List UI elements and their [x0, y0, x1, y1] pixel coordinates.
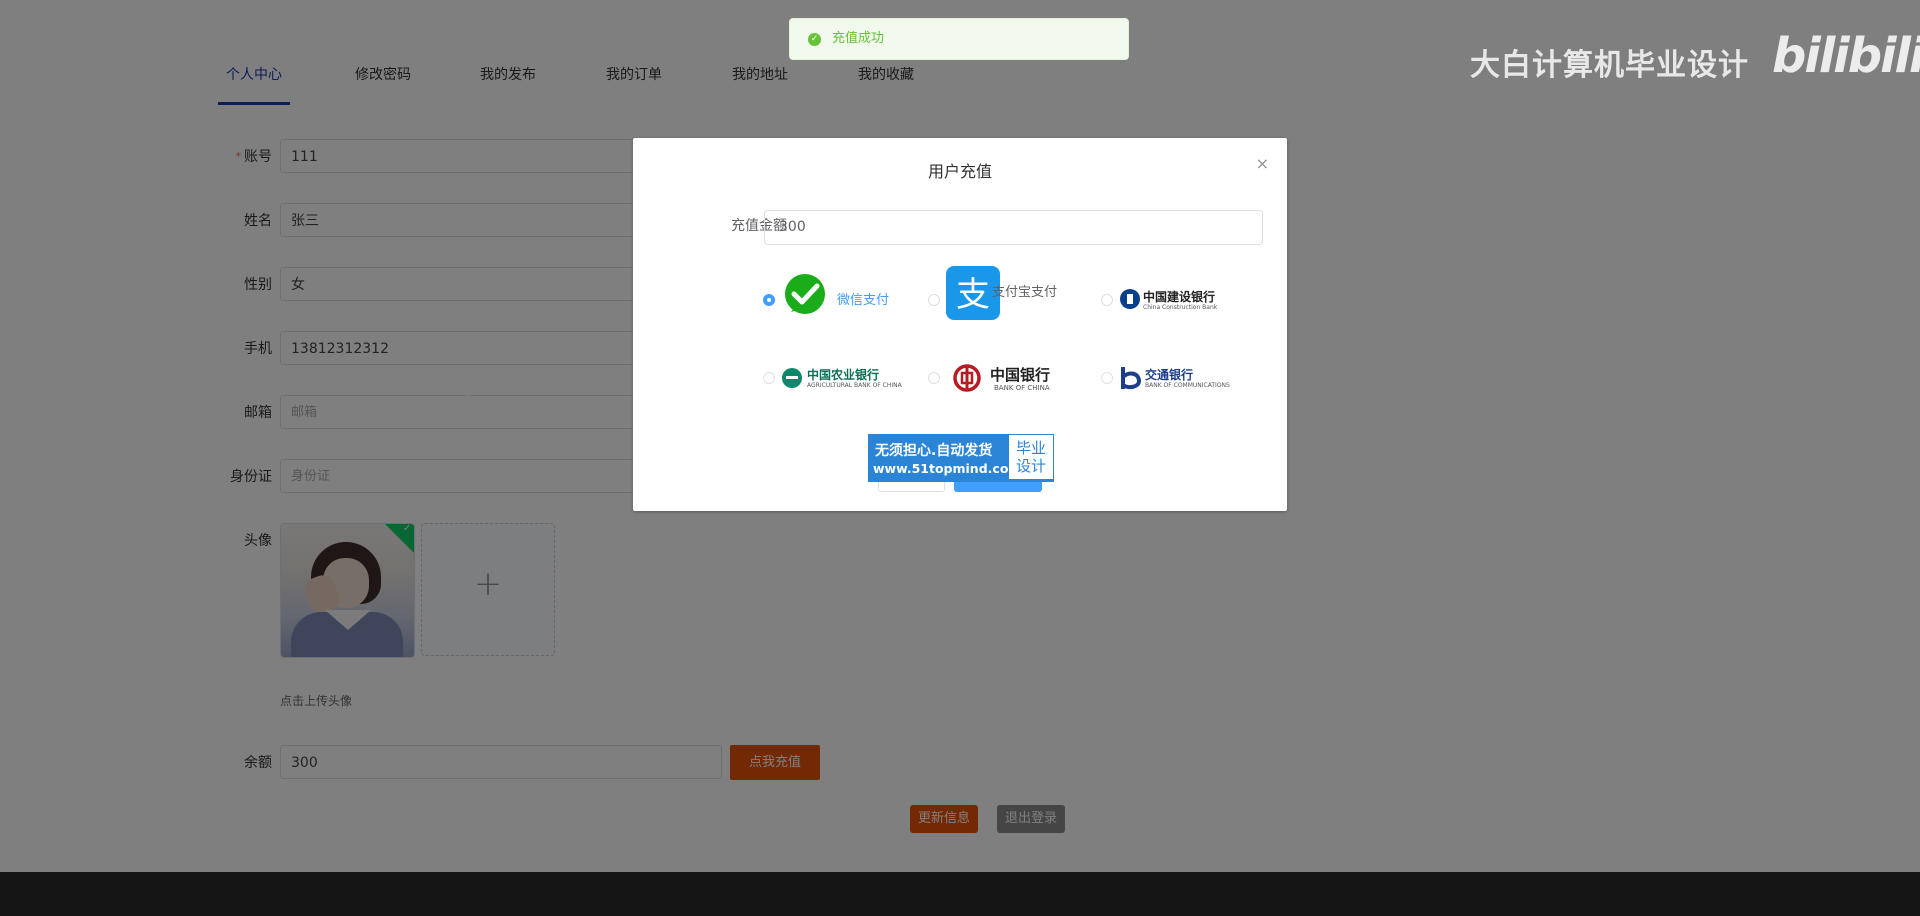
pay-sub-abc: AGRICULTURAL BANK OF CHINA — [807, 382, 902, 389]
pay-option-alipay[interactable]: 支 支付宝支付 — [928, 266, 1078, 320]
pay-option-wechat[interactable]: 微信支付 — [763, 274, 913, 328]
radio-wechat[interactable] — [763, 294, 775, 306]
boc-logo-icon — [953, 364, 981, 392]
pay-label-alipay: 支付宝支付 — [992, 285, 1058, 300]
pay-option-ccb[interactable]: 中国建设银行 China Construction Bank — [1101, 274, 1241, 328]
banner-url: www.51topmind.com — [873, 461, 1022, 476]
radio-boc[interactable] — [928, 372, 940, 384]
pay-label-boc: 中国银行 — [990, 366, 1051, 384]
pay-sub-boc: BANK OF CHINA — [994, 384, 1050, 392]
bilibili-logo-icon: bilibili — [1772, 28, 1920, 84]
radio-alipay[interactable] — [928, 294, 940, 306]
banner-badge-top: 毕业 — [1015, 439, 1046, 457]
pay-option-boc[interactable]: 中国银行 BANK OF CHINA — [928, 352, 1078, 406]
success-check-icon: ✓ — [808, 33, 821, 46]
toast-message: 充值成功 — [832, 31, 885, 46]
radio-ccb[interactable] — [1101, 294, 1113, 306]
watermark-text: 大白计算机毕业设计 — [1470, 48, 1749, 83]
amount-input[interactable]: 300 — [764, 210, 1263, 245]
dialog-title: 用户充值 — [927, 162, 992, 181]
ccb-logo-icon — [1120, 289, 1140, 309]
pay-label-abc: 中国农业银行 — [807, 368, 880, 382]
video-bottom-bar — [0, 872, 1920, 916]
promo-banner[interactable]: 无须担心.自动发货 www.51topmind.com 毕业 设计 — [868, 434, 1054, 482]
svg-text:支: 支 — [956, 275, 990, 315]
pay-option-bocom[interactable]: 交通银行 BANK OF COMMUNICATIONS — [1101, 352, 1241, 406]
abc-logo-icon — [782, 368, 802, 388]
pay-option-abc[interactable]: 中国农业银行 AGRICULTURAL BANK OF CHINA — [763, 352, 913, 406]
pay-sub-ccb: China Construction Bank — [1143, 304, 1218, 311]
pay-label-bocom: 交通银行 — [1145, 368, 1194, 382]
banner-badge-bottom: 设计 — [1015, 457, 1046, 475]
banner-line1: 无须担心.自动发货 — [875, 443, 993, 459]
radio-bocom[interactable] — [1101, 372, 1113, 384]
success-toast: ✓ 充值成功 — [789, 18, 1129, 60]
radio-abc[interactable] — [763, 372, 775, 384]
pay-label-wechat: 微信支付 — [837, 293, 890, 308]
banner-badge: 毕业 设计 — [1009, 435, 1053, 479]
pay-sub-bocom: BANK OF COMMUNICATIONS — [1145, 382, 1230, 389]
wechat-pay-icon — [785, 274, 825, 314]
bocom-logo-icon — [1121, 367, 1142, 390]
pay-label-ccb: 中国建设银行 — [1143, 290, 1216, 304]
close-icon[interactable]: × — [1256, 154, 1269, 173]
